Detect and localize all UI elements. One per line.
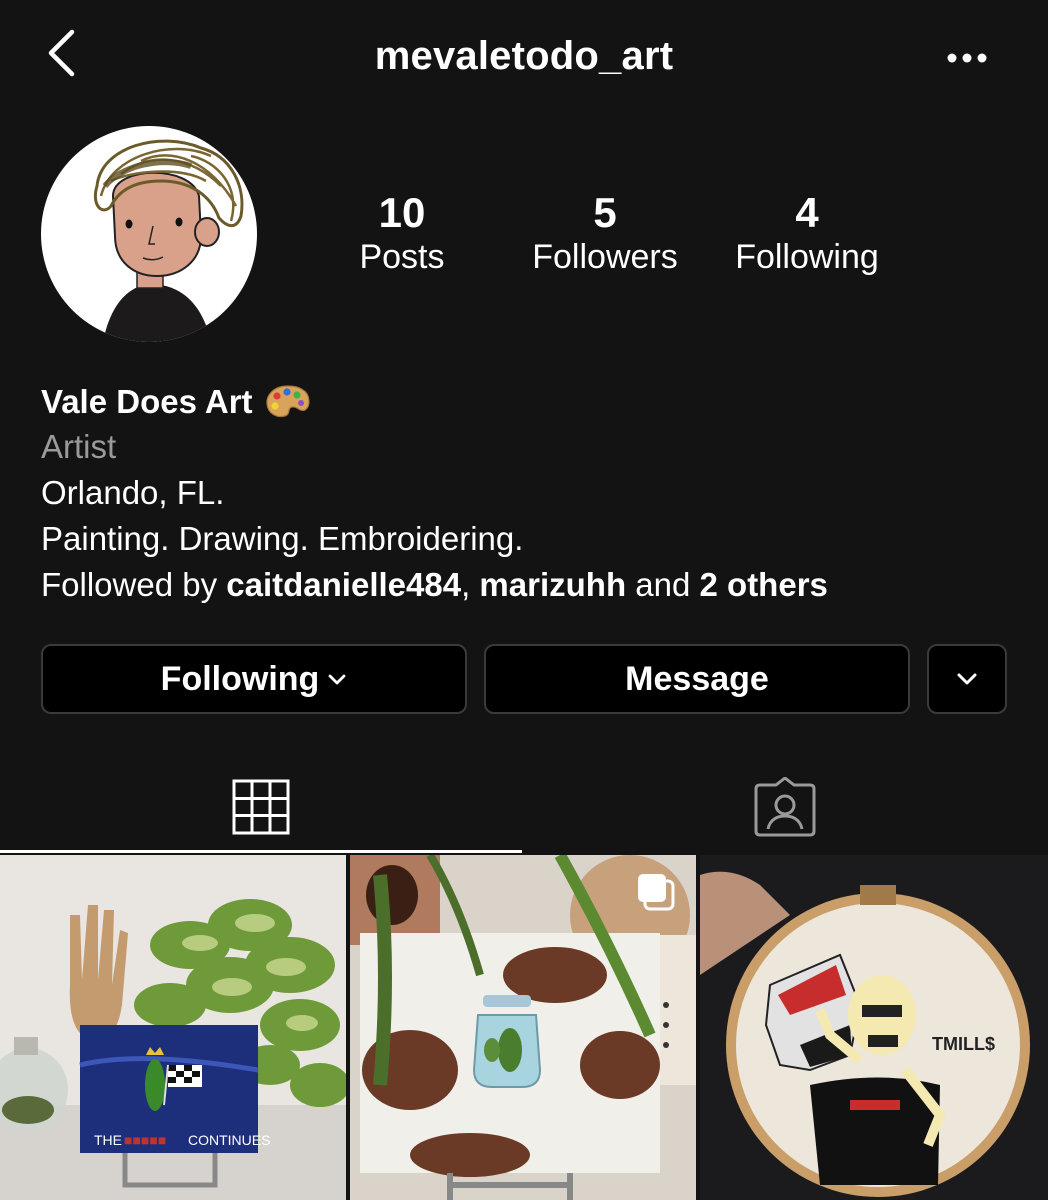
followers-count: 5 [593,189,617,236]
followed-user-1[interactable]: caitdanielle484 [226,566,461,603]
chevron-down-icon [957,673,977,685]
followed-separator: , [461,566,471,603]
message-button-label: Message [625,659,769,698]
profile-category: Artist [41,428,117,465]
followed-by-prefix: Followed by [41,566,218,603]
stat-posts[interactable]: 10 Posts [302,188,502,278]
more-options-button[interactable] [940,38,994,78]
followed-and: and [635,566,691,603]
post-thumbnail[interactable] [350,855,696,1200]
profile-description: Painting. Drawing. Embroidering. [41,520,524,557]
profile-username: mevaletodo_art [374,34,674,78]
ellipsis-icon [947,53,987,63]
painting-caption-right: CONTINUES [188,1132,270,1148]
post-thumbnail[interactable]: THE ■■■■■ CONTINUES [0,855,346,1200]
name-row: Vale Does Art [41,380,1031,424]
profile-bio: Vale Does Art Artist Orlando, FL. Painti… [41,380,1031,608]
profile-avatar[interactable] [41,126,257,342]
tab-tagged[interactable] [522,760,1048,854]
tab-posts-grid[interactable] [0,760,522,854]
message-button[interactable]: Message [484,644,910,714]
following-button-label: Following [160,659,320,698]
tagged-user-icon [754,777,816,837]
embroidery-text: TMILL$ [932,1034,995,1054]
following-label: Following [735,238,879,276]
chevron-down-icon [328,674,346,685]
following-count: 4 [795,189,819,236]
posts-count: 10 [378,189,426,236]
following-button[interactable]: Following [41,644,467,714]
followed-others[interactable]: 2 others [700,566,828,603]
stat-followers[interactable]: 5 Followers [505,188,705,278]
followed-by-line[interactable]: Followed by caitdanielle484, marizuhh an… [41,562,1031,608]
svg-text:■■■■■: ■■■■■ [124,1132,166,1148]
palette-icon [265,385,310,418]
display-name: Vale Does Art [41,383,253,420]
post-thumbnail[interactable]: TMILL$ [700,855,1048,1200]
painting-caption-left: THE [94,1132,122,1148]
followers-label: Followers [532,238,678,276]
active-tab-indicator [0,850,522,853]
followed-user-2[interactable]: marizuhh [479,566,626,603]
stat-following[interactable]: 4 Following [707,188,907,278]
profile-location: Orlando, FL. [41,474,225,511]
grid-icon [232,779,290,835]
suggested-accounts-button[interactable] [927,644,1007,714]
posts-label: Posts [359,238,445,276]
